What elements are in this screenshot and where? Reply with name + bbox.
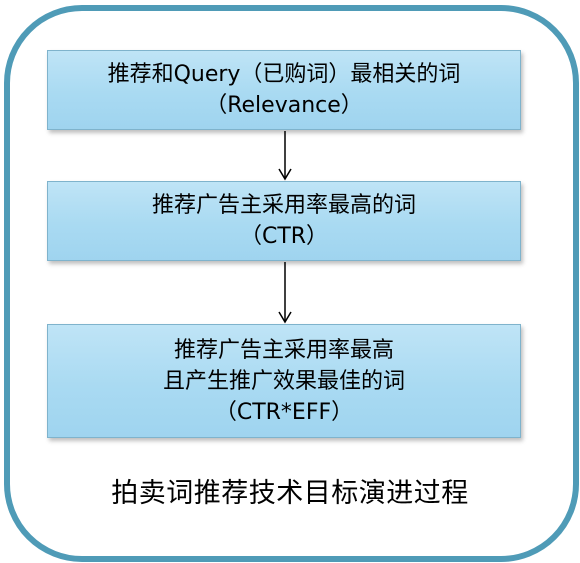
step-3-line-1: 推荐广告主采用率最高 — [173, 337, 394, 363]
step-1-line-2: （Relevance） — [205, 93, 363, 118]
step-relevance-box: 推荐和Query（已购词）最相关的词 （Relevance） — [47, 50, 521, 130]
step-2-line-1: 推荐广告主采用率最高的词 — [151, 193, 416, 218]
diagram-caption: 拍卖词推荐技术目标演进过程 — [111, 478, 469, 509]
step-1-line-1: 推荐和Query（已购词）最相关的词 — [107, 62, 461, 87]
step-ctr-eff-box: 推荐广告主采用率最高 且产生推广效果最佳的词 （CTR*EFF） — [47, 324, 521, 438]
step-ctr-box: 推荐广告主采用率最高的词 （CTR） — [47, 181, 521, 261]
step-2-line-2: （CTR） — [239, 224, 329, 249]
step-3-line-3: （CTR*EFF） — [214, 399, 354, 425]
step-3-line-2: 且产生推广效果最佳的词 — [162, 368, 405, 394]
